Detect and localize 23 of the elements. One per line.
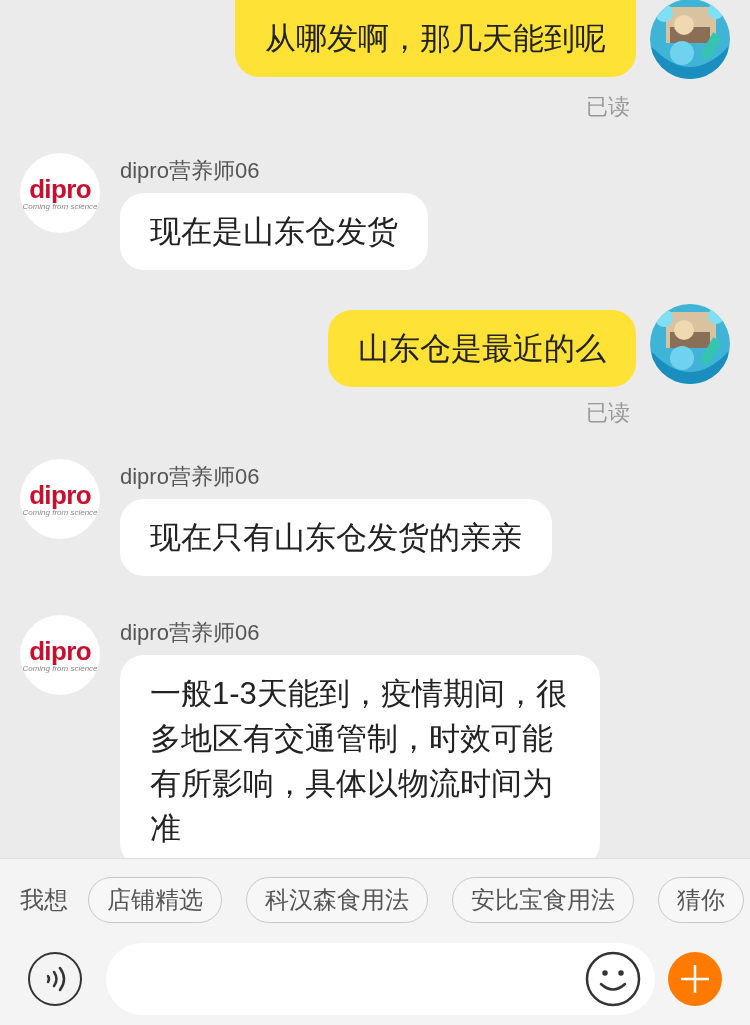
suggestion-label: 我想 [20,885,68,915]
message-bubble: 一般1-3天能到，疫情期间，很多地区有交通管制，时效可能有所影响，具体以物流时间为准 [120,655,600,858]
voice-button[interactable] [28,952,82,1006]
logo-text: dipro [29,481,91,508]
suggestion-chip[interactable]: 猜你 [658,877,744,923]
logo-text: dipro [29,637,91,664]
sender-name: dipro营养师06 [120,464,260,490]
suggestion-chip[interactable]: 科汉森食用法 [246,877,428,923]
suggestion-chip[interactable]: 安比宝食用法 [452,877,634,923]
sender-name: dipro营养师06 [120,620,260,646]
message-bubble: 现在是山东仓发货 [120,193,428,270]
message-bubble: 现在只有山东仓发货的亲亲 [120,499,552,576]
emoji-icon[interactable] [585,951,641,1007]
message-bubble: 从哪发啊，那几天能到呢 [235,0,636,77]
logo-text: dipro [29,175,91,202]
read-status: 已读 [586,400,630,426]
message-bubble: 山东仓是最近的么 [328,310,636,387]
sender-name: dipro营养师06 [120,158,260,184]
suggestion-chip[interactable]: 店铺精选 [88,877,222,923]
add-button[interactable] [668,952,722,1006]
sound-icon [44,966,66,992]
read-status: 已读 [586,94,630,120]
plus-icon [681,965,709,993]
